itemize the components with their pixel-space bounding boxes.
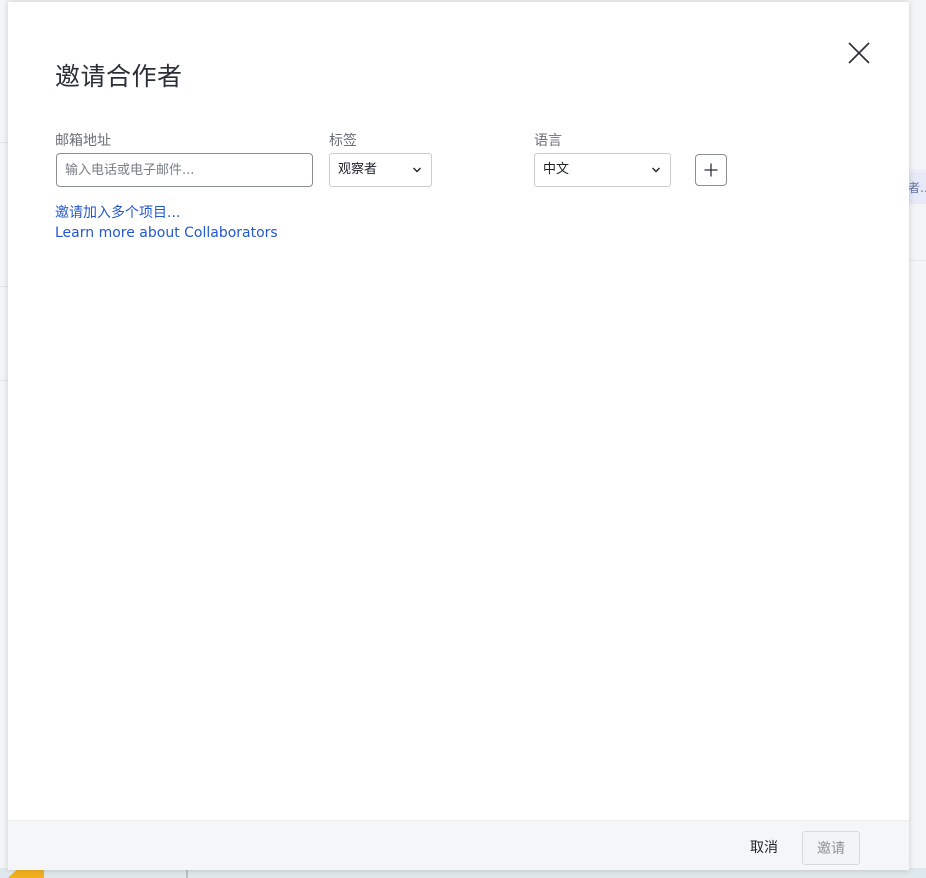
email-label: 邮箱地址 — [55, 133, 111, 149]
background-divider — [908, 170, 926, 171]
invite-collaborators-dialog: 邀请合作者 邮箱地址 标签 观察者 语言 中文 邀请加入多个项目... Lear… — [8, 2, 909, 870]
learn-more-collaborators-link[interactable]: Learn more about Collaborators — [55, 225, 278, 241]
background-divider — [0, 286, 8, 287]
add-row-button[interactable] — [695, 154, 727, 186]
dialog-footer: 取消 邀请 — [8, 820, 909, 870]
background-divider — [908, 260, 926, 261]
background-divider — [0, 142, 8, 143]
plus-icon — [704, 163, 718, 177]
language-select-value: 中文 — [543, 162, 570, 177]
role-label: 标签 — [329, 133, 357, 149]
background-divider — [0, 380, 8, 381]
chevron-down-icon — [412, 165, 422, 175]
role-select[interactable]: 观察者 — [329, 153, 432, 187]
dialog-title: 邀请合作者 — [55, 62, 183, 91]
chevron-down-icon — [651, 165, 661, 175]
role-select-value: 观察者 — [338, 162, 378, 177]
language-label: 语言 — [534, 133, 562, 149]
cancel-button[interactable]: 取消 — [740, 831, 788, 863]
invite-button[interactable]: 邀请 — [802, 831, 860, 865]
email-input[interactable] — [56, 153, 313, 187]
background-chip: 者... — [906, 172, 926, 204]
invite-multiple-projects-link[interactable]: 邀请加入多个项目... — [55, 202, 180, 222]
language-select[interactable]: 中文 — [534, 153, 671, 187]
close-button[interactable] — [846, 40, 872, 66]
close-icon — [848, 42, 870, 64]
